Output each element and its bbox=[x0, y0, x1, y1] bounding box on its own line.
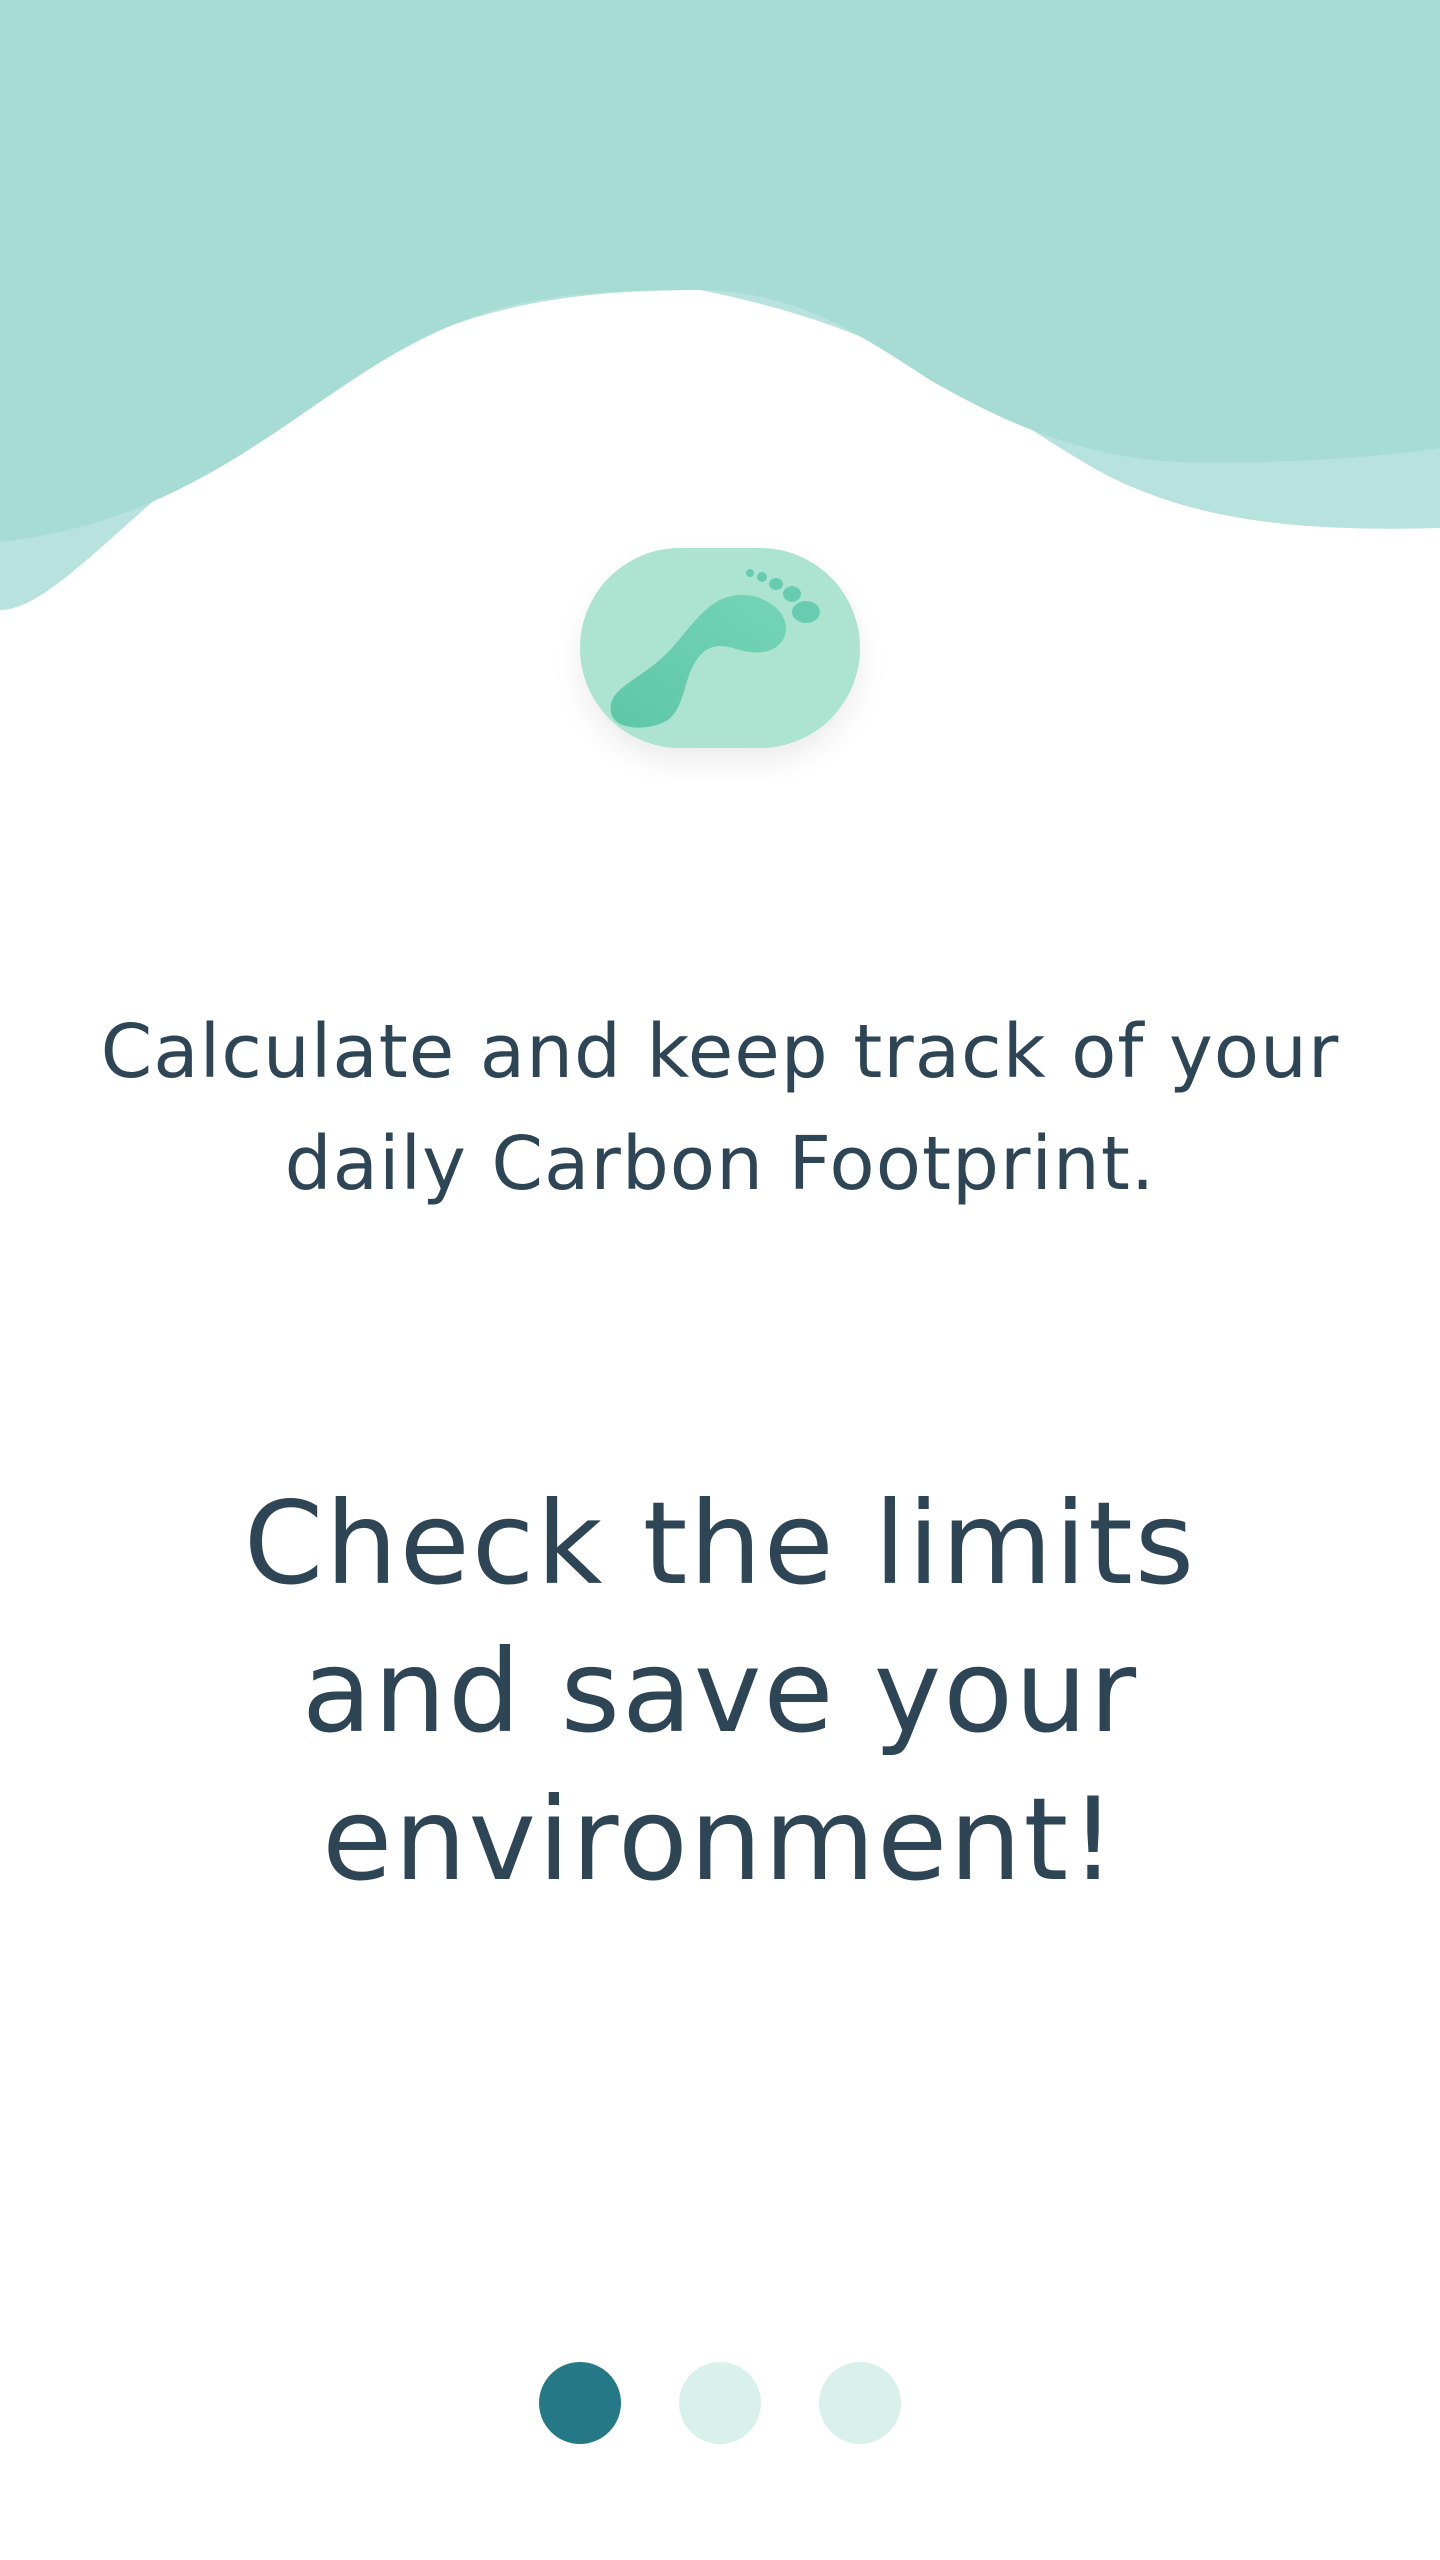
page-dot-1[interactable] bbox=[539, 2362, 621, 2444]
page-dot-3[interactable] bbox=[819, 2362, 901, 2444]
page-dot-2[interactable] bbox=[679, 2362, 761, 2444]
page-indicator bbox=[0, 2362, 1440, 2444]
footprint-icon bbox=[610, 569, 820, 728]
wave-front bbox=[0, 0, 1440, 542]
intro-tagline: Calculate and keep track of your daily C… bbox=[100, 1009, 1340, 1207]
onboarding-screen: Calculate and keep track of your daily C… bbox=[0, 0, 1440, 2560]
intro-headline: Check the limits and save your environme… bbox=[243, 1477, 1197, 1906]
header-wave-decoration bbox=[0, 0, 1440, 610]
app-logo bbox=[580, 548, 860, 748]
